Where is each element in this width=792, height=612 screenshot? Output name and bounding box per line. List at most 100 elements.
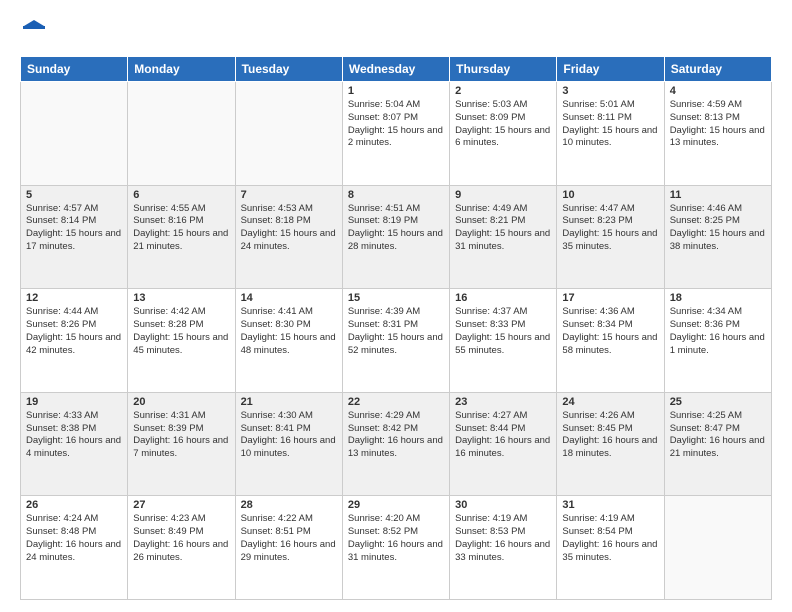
calendar-cell [235,82,342,186]
calendar-cell: 23 Sunrise: 4:27 AM Sunset: 8:44 PM Dayli… [450,392,557,496]
day-number: 15 [348,292,444,304]
weekday-header-row: SundayMondayTuesdayWednesdayThursdayFrid… [21,57,772,82]
logo [20,18,52,46]
weekday-header-friday: Friday [557,57,664,82]
header [20,18,772,46]
day-info: Sunrise: 4:27 AM Sunset: 8:44 PM Dayligh… [455,410,551,461]
day-info: Sunrise: 4:19 AM Sunset: 8:53 PM Dayligh… [455,513,551,564]
day-number: 30 [455,499,551,511]
day-info: Sunrise: 5:04 AM Sunset: 8:07 PM Dayligh… [348,99,444,150]
calendar-cell: 22Sunrise: 4:29 AM Sunset: 8:42 PM Dayli… [342,392,449,496]
generalblue-logo-icon [20,18,48,46]
day-number: 14 [241,292,337,304]
day-number: 4 [670,85,766,97]
day-info: Sunrise: 4:59 AM Sunset: 8:13 PM Dayligh… [670,99,766,150]
day-number: 27 [133,499,229,511]
day-number: 23 [455,396,551,408]
day-number: 19 [26,396,122,408]
day-number: 13 [133,292,229,304]
day-number: 16 [455,292,551,304]
calendar-cell: 7Sunrise: 4:53 AM Sunset: 8:18 PM Daylig… [235,185,342,289]
calendar-cell: 8 Sunrise: 4:51 AM Sunset: 8:19 PM Daylig… [342,185,449,289]
day-info: Sunrise: 4:51 AM Sunset: 8:19 PM Dayligh… [348,203,444,254]
calendar-cell: 9Sunrise: 4:49 AM Sunset: 8:21 PM Daylig… [450,185,557,289]
day-number: 9 [455,189,551,201]
calendar-cell: 28 Sunrise: 4:22 AM Sunset: 8:51 PM Dayli… [235,496,342,600]
weekday-header-thursday: Thursday [450,57,557,82]
calendar-cell: 17 Sunrise: 4:36 AM Sunset: 8:34 PM Dayli… [557,289,664,393]
day-number: 5 [26,189,122,201]
day-number: 3 [562,85,658,97]
day-number: 24 [562,396,658,408]
day-info: Sunrise: 4:31 AM Sunset: 8:39 PM Dayligh… [133,410,229,461]
calendar-cell: 25 Sunrise: 4:25 AM Sunset: 8:47 PM Dayli… [664,392,771,496]
day-info: Sunrise: 4:57 AM Sunset: 8:14 PM Dayligh… [26,203,122,254]
day-number: 26 [26,499,122,511]
day-info: Sunrise: 4:47 AM Sunset: 8:23 PM Dayligh… [562,203,658,254]
day-info: Sunrise: 4:26 AM Sunset: 8:45 PM Dayligh… [562,410,658,461]
calendar-cell: 4 Sunrise: 4:59 AM Sunset: 8:13 PM Daylig… [664,82,771,186]
day-info: Sunrise: 4:22 AM Sunset: 8:51 PM Dayligh… [241,513,337,564]
day-number: 1 [348,85,444,97]
calendar-cell [664,496,771,600]
calendar-cell: 16 Sunrise: 4:37 AM Sunset: 8:33 PM Dayli… [450,289,557,393]
week-row-2: 5 Sunrise: 4:57 AM Sunset: 8:14 PM Daylig… [21,185,772,289]
day-info: Sunrise: 4:46 AM Sunset: 8:25 PM Dayligh… [670,203,766,254]
calendar-cell: 2Sunrise: 5:03 AM Sunset: 8:09 PM Daylig… [450,82,557,186]
calendar-cell: 11 Sunrise: 4:46 AM Sunset: 8:25 PM Dayli… [664,185,771,289]
calendar-cell: 19 Sunrise: 4:33 AM Sunset: 8:38 PM Dayli… [21,392,128,496]
day-info: Sunrise: 4:19 AM Sunset: 8:54 PM Dayligh… [562,513,658,564]
day-number: 31 [562,499,658,511]
day-number: 21 [241,396,337,408]
day-number: 12 [26,292,122,304]
day-info: Sunrise: 4:36 AM Sunset: 8:34 PM Dayligh… [562,306,658,357]
day-info: Sunrise: 4:41 AM Sunset: 8:30 PM Dayligh… [241,306,337,357]
calendar-cell [128,82,235,186]
day-info: Sunrise: 5:03 AM Sunset: 8:09 PM Dayligh… [455,99,551,150]
weekday-header-wednesday: Wednesday [342,57,449,82]
day-info: Sunrise: 4:37 AM Sunset: 8:33 PM Dayligh… [455,306,551,357]
day-number: 29 [348,499,444,511]
calendar-cell: 14 Sunrise: 4:41 AM Sunset: 8:30 PM Dayli… [235,289,342,393]
day-info: Sunrise: 4:53 AM Sunset: 8:18 PM Dayligh… [241,203,337,254]
calendar-cell: 15 Sunrise: 4:39 AM Sunset: 8:31 PM Dayli… [342,289,449,393]
day-number: 6 [133,189,229,201]
day-info: Sunrise: 4:30 AM Sunset: 8:41 PM Dayligh… [241,410,337,461]
week-row-3: 12Sunrise: 4:44 AM Sunset: 8:26 PM Dayli… [21,289,772,393]
week-row-4: 19 Sunrise: 4:33 AM Sunset: 8:38 PM Dayli… [21,392,772,496]
day-number: 10 [562,189,658,201]
day-number: 8 [348,189,444,201]
day-number: 18 [670,292,766,304]
day-info: Sunrise: 4:39 AM Sunset: 8:31 PM Dayligh… [348,306,444,357]
day-info: Sunrise: 4:23 AM Sunset: 8:49 PM Dayligh… [133,513,229,564]
calendar-cell [21,82,128,186]
calendar-cell: 12Sunrise: 4:44 AM Sunset: 8:26 PM Dayli… [21,289,128,393]
day-number: 25 [670,396,766,408]
day-number: 17 [562,292,658,304]
calendar-cell: 6Sunrise: 4:55 AM Sunset: 8:16 PM Daylig… [128,185,235,289]
day-info: Sunrise: 4:20 AM Sunset: 8:52 PM Dayligh… [348,513,444,564]
day-number: 28 [241,499,337,511]
calendar-cell: 21 Sunrise: 4:30 AM Sunset: 8:41 PM Dayli… [235,392,342,496]
calendar-cell: 1 Sunrise: 5:04 AM Sunset: 8:07 PM Daylig… [342,82,449,186]
day-info: Sunrise: 4:33 AM Sunset: 8:38 PM Dayligh… [26,410,122,461]
day-number: 20 [133,396,229,408]
day-info: Sunrise: 4:42 AM Sunset: 8:28 PM Dayligh… [133,306,229,357]
calendar-cell: 29 Sunrise: 4:20 AM Sunset: 8:52 PM Dayli… [342,496,449,600]
weekday-header-monday: Monday [128,57,235,82]
day-info: Sunrise: 4:25 AM Sunset: 8:47 PM Dayligh… [670,410,766,461]
calendar-cell: 3 Sunrise: 5:01 AM Sunset: 8:11 PM Daylig… [557,82,664,186]
day-number: 11 [670,189,766,201]
calendar-cell: 27 Sunrise: 4:23 AM Sunset: 8:49 PM Dayli… [128,496,235,600]
calendar-cell: 5 Sunrise: 4:57 AM Sunset: 8:14 PM Daylig… [21,185,128,289]
day-info: Sunrise: 4:34 AM Sunset: 8:36 PM Dayligh… [670,306,766,357]
calendar-cell: 13 Sunrise: 4:42 AM Sunset: 8:28 PM Dayli… [128,289,235,393]
week-row-1: 1 Sunrise: 5:04 AM Sunset: 8:07 PM Daylig… [21,82,772,186]
calendar-cell: 18 Sunrise: 4:34 AM Sunset: 8:36 PM Dayli… [664,289,771,393]
week-row-5: 26Sunrise: 4:24 AM Sunset: 8:48 PM Dayli… [21,496,772,600]
weekday-header-saturday: Saturday [664,57,771,82]
day-number: 22 [348,396,444,408]
day-info: Sunrise: 5:01 AM Sunset: 8:11 PM Dayligh… [562,99,658,150]
calendar-cell: 26Sunrise: 4:24 AM Sunset: 8:48 PM Dayli… [21,496,128,600]
calendar-cell: 20 Sunrise: 4:31 AM Sunset: 8:39 PM Dayli… [128,392,235,496]
